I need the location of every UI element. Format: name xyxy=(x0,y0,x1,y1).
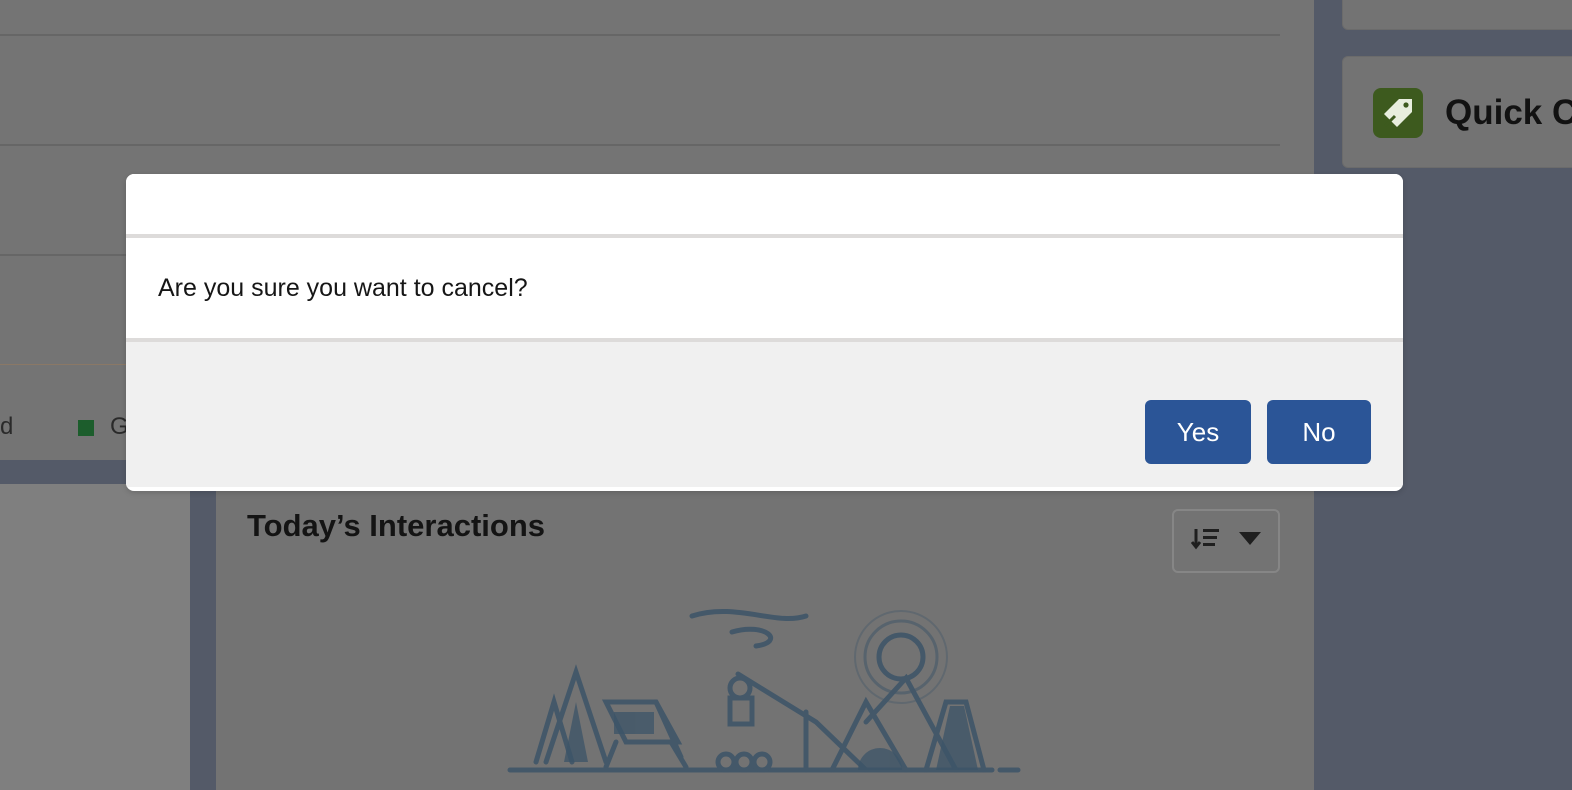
dialog-body: Are you sure you want to cancel? xyxy=(126,238,1403,342)
confirm-cancel-dialog: Are you sure you want to cancel? Yes No xyxy=(126,174,1403,491)
page-gutter xyxy=(190,484,216,790)
quick-create-title: Quick Cr xyxy=(1445,93,1572,132)
interactions-card: Today’s Interactions xyxy=(216,484,1314,790)
sort-list-icon xyxy=(1190,526,1221,557)
dialog-footer: Yes No xyxy=(126,342,1403,487)
sort-menu-button[interactable] xyxy=(1172,509,1280,573)
camping-illustration xyxy=(506,602,1026,779)
quick-create-card[interactable]: Quick Cr xyxy=(1342,56,1572,168)
no-button[interactable]: No xyxy=(1267,400,1371,464)
dialog-message: Are you sure you want to cancel? xyxy=(158,273,528,302)
legend-swatch xyxy=(78,420,94,436)
yes-button[interactable]: Yes xyxy=(1145,400,1251,464)
rail-card xyxy=(1342,0,1572,30)
divider xyxy=(0,144,1280,146)
dialog-header xyxy=(126,174,1403,238)
legend-label: d xyxy=(0,413,14,440)
tag-icon xyxy=(1373,88,1423,138)
card-title: Today’s Interactions xyxy=(247,508,546,543)
chevron-down-icon xyxy=(1239,531,1261,551)
left-panel xyxy=(0,484,190,790)
divider xyxy=(0,34,1280,36)
